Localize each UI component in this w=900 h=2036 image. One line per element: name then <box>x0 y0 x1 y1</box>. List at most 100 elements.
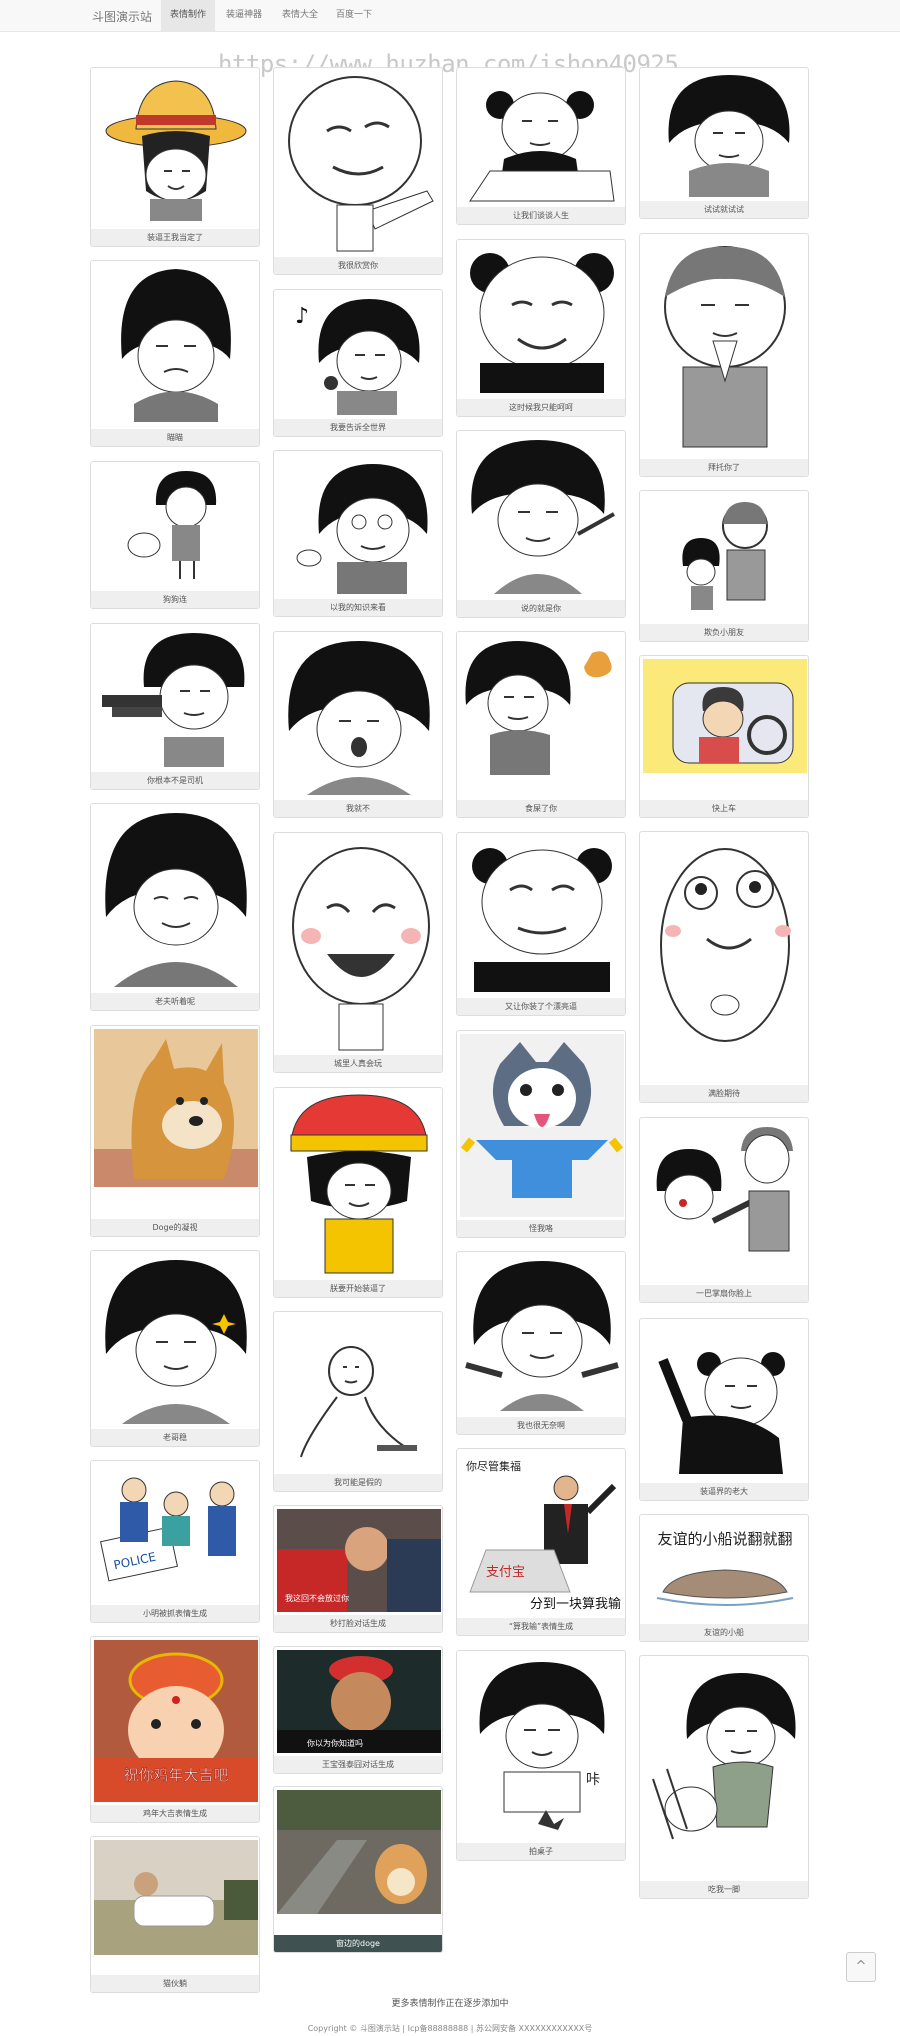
meme-image <box>94 465 256 589</box>
meme-card[interactable]: 吃我一脚 <box>639 1655 809 1899</box>
svg-text:咔: 咔 <box>586 1772 600 1788</box>
meme-image <box>277 836 439 1052</box>
meme-card[interactable]: 这时候我只能呵呵 <box>456 239 626 417</box>
meme-image: POLICE <box>94 1464 256 1602</box>
meme-card[interactable]: 咔 拍桌子 <box>456 1650 626 1861</box>
meme-card[interactable]: 食屎了你 <box>456 631 626 818</box>
meme-image <box>460 635 622 797</box>
meme-card[interactable]: 我也很无奈啊 <box>456 1251 626 1435</box>
meme-image <box>94 627 256 770</box>
meme-caption: 猫伙躺 <box>91 1975 259 1992</box>
meme-image <box>94 1254 256 1426</box>
meme-image: ♪ <box>277 293 439 417</box>
meme-card[interactable]: 拜托你了 <box>639 233 809 477</box>
meme-caption: 怪我咯 <box>457 1220 625 1237</box>
meme-caption: 秒打脸对话生成 <box>274 1615 442 1632</box>
meme-image <box>643 237 805 457</box>
back-to-top-button[interactable]: ^ <box>846 1952 876 1982</box>
meme-image <box>643 494 805 622</box>
meme-card[interactable]: 以我的知识来看 <box>273 450 443 617</box>
nav-item-expression-gallery[interactable]: 表情大全 <box>273 0 327 31</box>
meme-image <box>643 71 805 199</box>
nav-item-expression-make[interactable]: 表情制作 <box>161 0 216 31</box>
meme-card[interactable]: 我可能是假的 <box>273 1311 443 1492</box>
meme-image <box>643 835 805 1083</box>
meme-image: 咔 <box>460 1654 622 1840</box>
meme-image <box>94 264 256 426</box>
meme-image <box>460 71 622 205</box>
meme-caption: 我要告诉全世界 <box>274 419 442 436</box>
nav-item-show-off[interactable]: 装逼神器 <box>217 0 271 31</box>
meme-card[interactable]: 老哥稳 <box>90 1250 260 1447</box>
meme-card[interactable]: 你根本不是司机 <box>90 623 260 790</box>
navbar: 斗图演示站 表情制作 装逼神器 表情大全 百度一下 <box>0 0 900 32</box>
meme-caption: 我很欣赏你 <box>274 257 442 274</box>
meme-image <box>94 807 256 990</box>
meme-card[interactable]: 说的就是你 <box>456 430 626 618</box>
meme-caption: 王宝强泰囧对话生成 <box>274 1756 442 1773</box>
meme-caption: 窗边的doge <box>274 1935 442 1952</box>
nav-item-baidu[interactable]: 百度一下 <box>327 0 381 31</box>
footer-more-text: 更多表情制作正在逐步添加中 <box>391 1999 509 2009</box>
meme-card[interactable]: 装逼界的老大 <box>639 1318 809 1501</box>
meme-card[interactable]: ♪ 我要告诉全世界 <box>273 289 443 437</box>
meme-card[interactable]: 你以为你知道吗 王宝强泰囧对话生成 <box>273 1646 443 1774</box>
meme-card[interactable]: 城里人真会玩 <box>273 832 443 1073</box>
meme-card[interactable]: 瞄瞄 <box>90 260 260 447</box>
meme-card[interactable]: 猫伙躺 <box>90 1836 260 1993</box>
meme-card[interactable]: 你尽管集福 支付宝 分到一块算我输 “算我输”表情生成 <box>456 1448 626 1636</box>
svg-text:我这回不会放过你: 我这回不会放过你 <box>285 1593 349 1603</box>
meme-image: 友谊的小船说翻就翻 <box>643 1518 805 1621</box>
svg-text:分到一块算我输: 分到一块算我输 <box>530 1596 621 1612</box>
meme-caption: 装逼王我当定了 <box>91 229 259 246</box>
meme-image: 祝你鸡年大吉吧 <box>94 1640 258 1802</box>
meme-caption: 拜托你了 <box>640 459 808 476</box>
meme-card[interactable]: 又让你装了个漂亮逼 <box>456 832 626 1016</box>
meme-card[interactable]: 我就不 <box>273 631 443 818</box>
meme-card[interactable]: 一巴掌扇你脸上 <box>639 1117 809 1303</box>
meme-card[interactable]: 老夫听着呢 <box>90 803 260 1011</box>
brand-logo[interactable]: 斗图演示站 <box>92 8 152 25</box>
meme-card[interactable]: 让我们谈谈人生 <box>456 67 626 225</box>
meme-card[interactable]: Doge的凝视 <box>90 1025 260 1237</box>
meme-card[interactable]: 装逼王我当定了 <box>90 67 260 247</box>
meme-caption: 拍桌子 <box>457 1843 625 1860</box>
meme-card[interactable]: 狗狗连 <box>90 461 260 609</box>
meme-caption: 以我的知识来看 <box>274 599 442 616</box>
meme-caption: 我就不 <box>274 800 442 817</box>
meme-image <box>94 1840 258 1955</box>
meme-image <box>94 71 256 226</box>
meme-image <box>277 454 439 597</box>
meme-card[interactable]: 欺负小朋友 <box>639 490 809 642</box>
meme-card[interactable]: 朕要开始装逼了 <box>273 1087 443 1298</box>
meme-image: 你以为你知道吗 <box>277 1650 441 1753</box>
meme-image <box>277 1315 439 1471</box>
meme-card[interactable]: 满脸期待 <box>639 831 809 1103</box>
meme-caption: 欺负小朋友 <box>640 624 808 641</box>
meme-image <box>643 1121 805 1282</box>
meme-card[interactable]: 我很欣赏你 <box>273 67 443 275</box>
meme-card[interactable]: 快上车 <box>639 655 809 818</box>
meme-caption: 城里人真会玩 <box>274 1055 442 1072</box>
meme-card[interactable]: 友谊的小船说翻就翻 友谊的小船 <box>639 1514 809 1642</box>
meme-caption: 一巴掌扇你脸上 <box>640 1285 808 1302</box>
meme-caption: 瞄瞄 <box>91 429 259 446</box>
meme-caption: 吃我一脚 <box>640 1881 808 1898</box>
meme-caption: 老哥稳 <box>91 1429 259 1446</box>
svg-text:支付宝: 支付宝 <box>486 1565 525 1580</box>
meme-caption: 鸡年大吉表情生成 <box>91 1805 259 1822</box>
meme-caption: 我也很无奈啊 <box>457 1417 625 1434</box>
meme-image <box>277 71 439 254</box>
meme-card[interactable]: 窗边的doge <box>273 1786 443 1953</box>
meme-card[interactable]: POLICE 小明被抓表情生成 <box>90 1460 260 1623</box>
meme-image <box>643 1659 805 1879</box>
meme-card[interactable]: 试试就试试 <box>639 67 809 219</box>
meme-image <box>643 1322 805 1480</box>
meme-card[interactable]: 怪我咯 <box>456 1030 626 1238</box>
meme-card[interactable]: 我这回不会放过你 秒打脸对话生成 <box>273 1505 443 1633</box>
meme-caption: 快上车 <box>640 800 808 817</box>
meme-caption: 食屎了你 <box>457 800 625 817</box>
meme-card[interactable]: 祝你鸡年大吉吧 鸡年大吉表情生成 <box>90 1636 260 1823</box>
meme-caption: 满脸期待 <box>640 1085 808 1102</box>
meme-image <box>460 243 622 397</box>
